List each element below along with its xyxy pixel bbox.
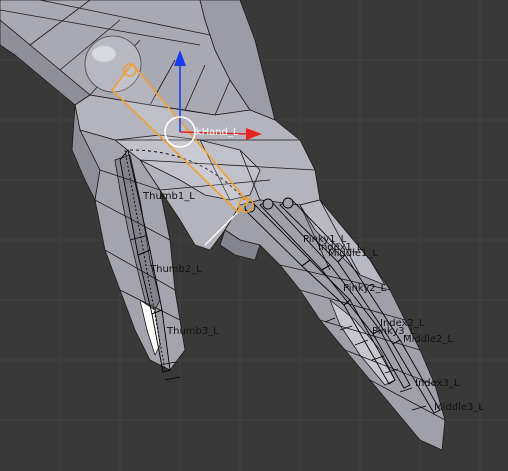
bone-label-index3: Index3_L	[415, 378, 460, 389]
viewport-canvas[interactable]: ikHand_L Thumb1_L Thumb2_L Thumb3_L Pink…	[0, 0, 508, 471]
bone-label-thumb2: Thumb2_L	[149, 264, 202, 275]
bone-label-middle3: Middle3_L	[434, 402, 484, 413]
bone-label-pinky2: Pinky2_L	[343, 283, 387, 294]
3d-viewport[interactable]: ikHand_L Thumb1_L Thumb2_L Thumb3_L Pink…	[0, 0, 508, 471]
bone-label-thumb1: Thumb1_L	[142, 191, 195, 202]
bone-label-thumb3: Thumb3_L	[166, 326, 219, 337]
bone-label-middle1: Middle1_L	[328, 248, 378, 259]
bone-label-ikhand: ikHand_L	[193, 127, 239, 138]
hand-mesh[interactable]	[0, 0, 446, 451]
bone-label-pinky3: Pinky3_L	[372, 326, 416, 337]
